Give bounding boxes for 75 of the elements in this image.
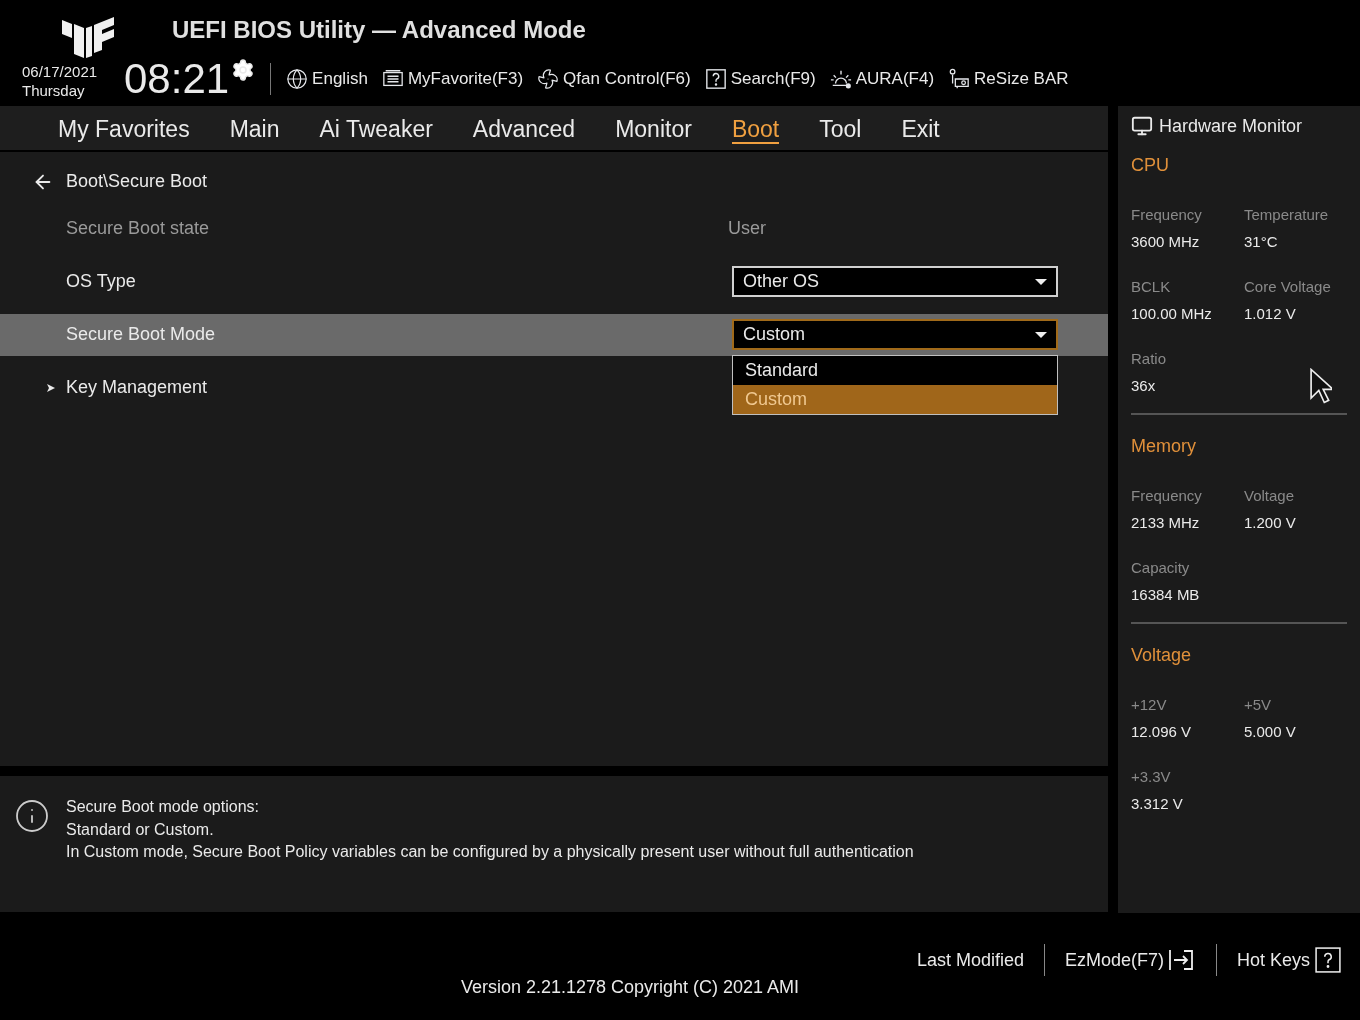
metric-label: Ratio [1131,349,1168,369]
caret-icon [1035,278,1047,285]
monitor-icon [1131,115,1153,137]
setting-label: Secure Boot state [66,217,210,241]
date: 06/17/2021 [22,62,99,81]
metric-label: +3.3V [1131,767,1172,787]
metric-value: 36x [1131,376,1157,396]
setting-value: User [728,218,766,239]
menu-tab[interactable]: Exit [901,111,940,144]
metric-label: +5V [1244,695,1273,715]
menu-tab[interactable]: Advanced [472,111,576,144]
section-title: CPU [1131,154,1170,177]
section-title: Voltage [1131,644,1193,667]
metric-value: 12.096 V [1131,722,1193,742]
metric-value: 1.012 V [1244,304,1297,324]
caret-icon [1035,331,1047,338]
metric-value: 31°C [1244,232,1279,252]
breadcrumb: Boot\Secure Boot [66,170,208,194]
weekday: Thursday [22,81,86,100]
dropdown[interactable]: Other OS [732,266,1058,298]
info-icon [14,798,50,835]
settings-icon[interactable] [231,58,256,82]
version-text: Version 2.21.1278 Copyright (C) 2021 AMI [460,976,800,999]
help-icon [704,68,727,90]
toolbar-button[interactable]: AURA(F4) [829,66,935,92]
window-title: UEFI BIOS Utility — Advanced Mode [172,15,587,45]
panel-title: Hardware Monitor [1159,114,1303,138]
clock: 08:21 [124,58,230,100]
metric-label: Voltage [1244,486,1296,506]
graphics-card-icon [948,68,971,90]
globe-icon [286,68,309,90]
setting-label: OS Type [66,270,136,294]
menu-tab[interactable]: Main [229,111,280,144]
metric-label: BCLK [1131,277,1172,297]
footer-button[interactable]: Hot Keys [1236,946,1342,974]
metric-value: 5.000 V [1244,722,1297,742]
logo-icon [60,16,116,60]
exit-arrow-icon [1167,948,1196,972]
chevron-icon [46,382,56,393]
help-text: Standard or Custom. [66,819,215,840]
menu-tab[interactable]: Boot [731,111,780,144]
toolbar-button[interactable]: ReSize BAR [948,66,1069,92]
footer-button[interactable]: Last Modified [916,946,1024,974]
metric-label: Frequency [1131,205,1203,225]
metric-label: Capacity [1131,558,1191,578]
light-icon [829,68,852,90]
help-text: Secure Boot mode options: [66,797,260,818]
metric-label: Temperature [1244,205,1330,225]
dropdown-option[interactable]: Standard [733,356,1057,386]
metric-label: Core Voltage [1244,277,1332,297]
help-icon [1314,947,1342,973]
metric-value: 3.312 V [1131,794,1184,814]
metric-value: 3600 MHz [1131,232,1201,252]
toolbar-button[interactable]: Search(F9) [704,66,816,92]
fan-icon [537,68,560,90]
section-title: Memory [1131,435,1197,458]
metric-label: Frequency [1131,486,1203,506]
setting-label[interactable]: Key Management [66,374,208,402]
toolbar-button[interactable]: MyFavorite(F3) [381,66,524,92]
dropdown[interactable]: Custom [732,319,1058,351]
menu-tab[interactable]: Ai Tweaker [319,111,433,144]
metric-value: 16384 MB [1131,585,1201,605]
metric-value: 100.00 MHz [1131,304,1213,324]
toolbar-button[interactable]: Qfan Control(F6) [537,66,691,92]
toolbar-button[interactable]: English [286,66,368,92]
cursor-icon [1310,368,1332,404]
menu-tab[interactable]: Tool [819,111,862,144]
help-text: In Custom mode, Secure Boot Policy variables can be configured by a physically present user without full authentication [66,842,914,863]
metric-value: 1.200 V [1244,513,1297,533]
metric-value: 2133 MHz [1131,513,1201,533]
menu-tab[interactable]: My Favorites [58,111,190,144]
setting-label: Secure Boot Mode [66,323,216,347]
footer-button[interactable]: EzMode(F7) [1064,946,1196,974]
menu-tab[interactable]: Monitor [615,111,692,144]
metric-label: +12V [1131,695,1168,715]
